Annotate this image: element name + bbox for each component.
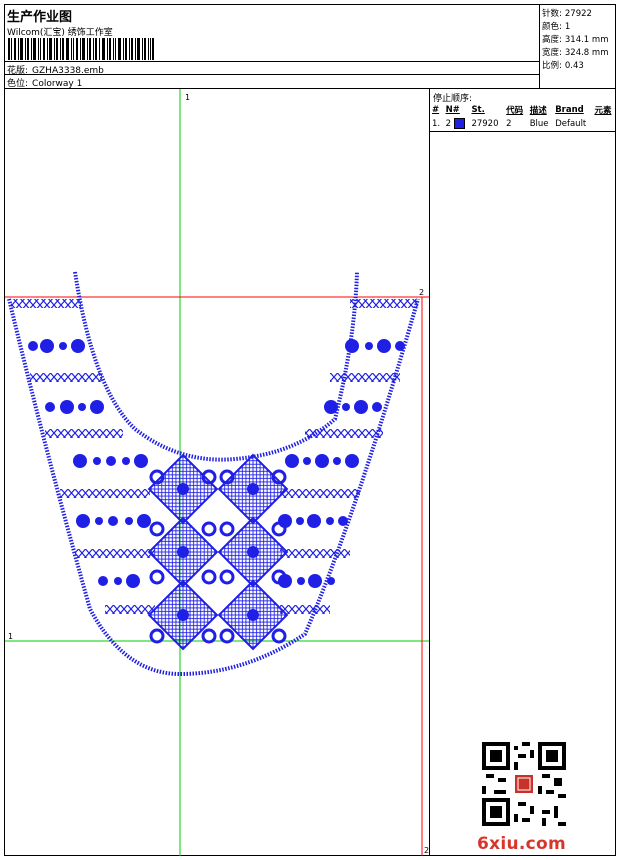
design-canvas[interactable]: 1 1 2 2: [5, 89, 430, 856]
colorway-row: 色位: Colorway 1: [7, 76, 82, 89]
table-row[interactable]: 1. 2 27920 2 Blue Default: [430, 117, 616, 130]
color-swatch: [453, 118, 465, 129]
seal-stamp-icon: [513, 773, 535, 795]
guide-label-top: 1: [185, 93, 190, 102]
col-header: N#: [445, 105, 460, 115]
spec-stitches-label: 针数:: [542, 9, 562, 19]
page-title: 生产作业图: [7, 10, 73, 25]
spec-stitches-value: 27922: [564, 9, 592, 19]
color-description: Blue: [529, 118, 549, 129]
spec-colors-value: 1: [564, 22, 571, 32]
element-name: [592, 117, 616, 130]
spec-scale-label: 比例:: [542, 61, 562, 71]
guide-label-right-top: 2: [419, 288, 424, 297]
barcode-icon: [8, 38, 154, 60]
col-header: 代码: [506, 106, 524, 116]
stop-sequence-panel: 停止顺序: # N# St. 代码 描述 Brand 元素 1. 2 27920…: [430, 89, 616, 856]
needle-value: 2: [445, 119, 451, 129]
col-header: St.: [471, 105, 485, 115]
color-code: 2: [506, 118, 512, 129]
design-specs: 针数: 27922 颜色: 1 高度: 314.1 mm 宽度: 324.8 mm 比例…: [539, 5, 615, 88]
col-header: #: [432, 105, 440, 115]
colorway-label: 色位:: [7, 79, 29, 89]
guide-label-right-bottom: 2: [424, 846, 429, 855]
medallion-motifs: [147, 453, 289, 651]
thread-brand: Default: [555, 118, 587, 129]
stitch-count: 27920: [471, 118, 499, 129]
guide-label-left: 1: [8, 632, 13, 641]
row-number: 1.: [432, 118, 441, 129]
spec-colors: 颜色: 1: [542, 20, 570, 32]
spec-height: 高度: 314.1 mm: [542, 33, 608, 45]
spec-scale-value: 0.43: [564, 61, 584, 71]
spec-stitches: 针数: 27922: [542, 7, 592, 19]
spec-colors-label: 颜色:: [542, 22, 562, 32]
spec-width: 宽度: 324.8 mm: [542, 46, 608, 58]
watermark-text: 6xiu.com: [477, 834, 567, 854]
col-header: Brand: [555, 105, 584, 115]
company-name: Wilcom(汇宝) 绣饰工作室: [7, 28, 113, 38]
qr-code-icon: [482, 742, 566, 826]
colorway-value: Colorway 1: [32, 79, 83, 89]
needle-number: 2: [444, 117, 470, 130]
worksheet-header: 生产作业图 Wilcom(汇宝) 绣饰工作室 花版: GZHA3338.emb …: [5, 5, 615, 89]
spec-height-value: 314.1 mm: [564, 35, 609, 45]
spec-width-value: 324.8 mm: [564, 48, 609, 58]
spec-scale: 比例: 0.43: [542, 59, 584, 71]
color-sequence-table: # N# St. 代码 描述 Brand 元素 1. 2 27920 2 Blu…: [430, 103, 616, 130]
table-header-row: # N# St. 代码 描述 Brand 元素: [430, 103, 616, 117]
embroidery-design: 1 1 2 2: [5, 89, 429, 856]
col-header: 元素: [594, 106, 612, 116]
spec-width-label: 宽度:: [542, 48, 562, 58]
col-header: 描述: [529, 106, 547, 116]
production-worksheet: 生产作业图 Wilcom(汇宝) 绣饰工作室 花版: GZHA3338.emb …: [4, 4, 616, 856]
header-info: 生产作业图 Wilcom(汇宝) 绣饰工作室 花版: GZHA3338.emb …: [5, 5, 539, 89]
spec-height-label: 高度:: [542, 35, 562, 45]
